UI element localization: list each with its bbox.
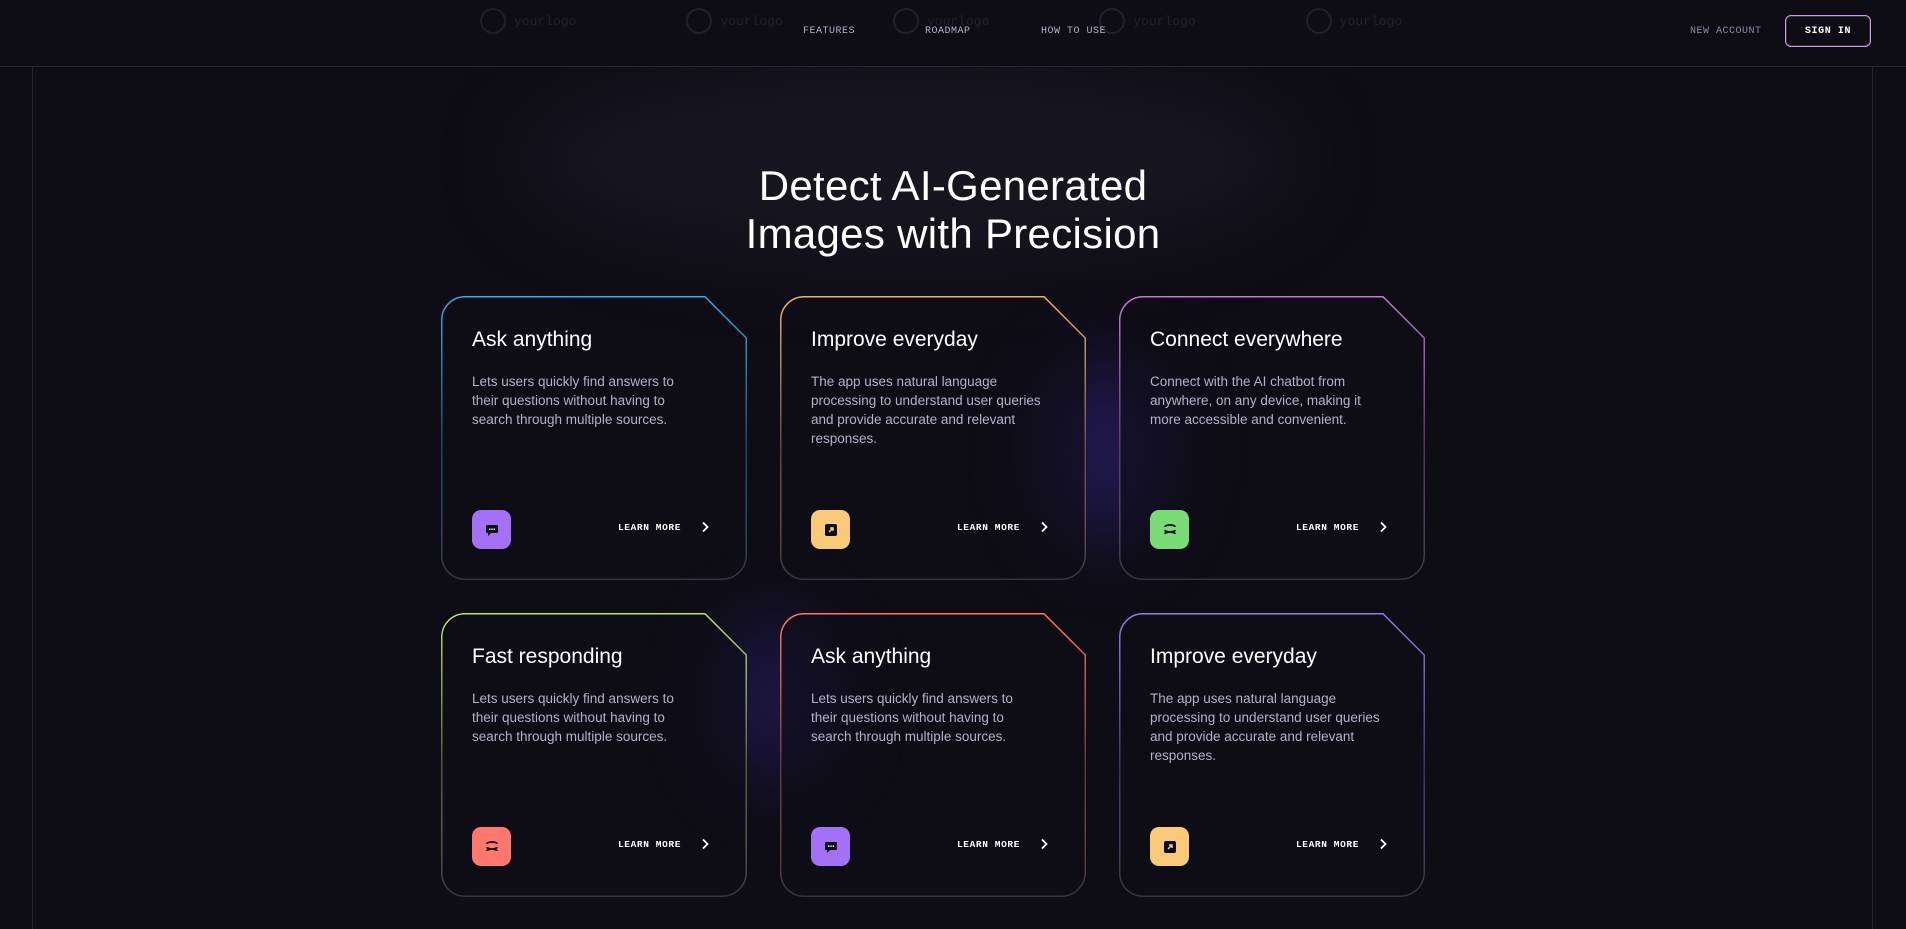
learn-more-label: LEARN MORE <box>618 521 682 533</box>
stack-icon <box>1150 510 1189 549</box>
learn-more-link[interactable]: LEARN MORE <box>957 521 1050 533</box>
chevron-right-icon <box>702 838 709 850</box>
card-description: Lets users quickly find answers to their… <box>472 691 674 744</box>
feature-card[interactable]: Improve everyday The app uses natural la… <box>1119 613 1425 897</box>
card-description: Connect with the AI chatbot from anywher… <box>1150 374 1361 427</box>
chat-icon <box>472 510 511 549</box>
chat-icon <box>811 827 850 866</box>
nav-link-roadmap[interactable]: ROADMAP <box>925 26 971 37</box>
feature-card[interactable]: Fast responding Lets users quickly find … <box>441 613 747 897</box>
card-description: Lets users quickly find answers to their… <box>811 691 1013 744</box>
card-title: Improve everyday <box>1150 645 1317 668</box>
chevron-right-icon <box>702 521 709 533</box>
chevron-right-icon <box>1380 838 1387 850</box>
nav-link-how-to-use[interactable]: HOW TO USE <box>1041 26 1106 37</box>
learn-more-label: LEARN MORE <box>1296 838 1360 850</box>
learn-more-link[interactable]: LEARN MORE <box>618 838 711 850</box>
chevron-right-icon <box>1041 521 1048 533</box>
card-description: The app uses natural language processing… <box>811 374 1041 446</box>
feature-card[interactable]: Improve everyday The app uses natural la… <box>780 296 1086 580</box>
nav-bar: FEATURES ROADMAP HOW TO USE NEW ACCOUNT … <box>0 0 1906 66</box>
feature-card[interactable]: Connect everywhere Connect with the AI c… <box>1119 296 1425 580</box>
expand-icon <box>1150 827 1189 866</box>
learn-more-link[interactable]: LEARN MORE <box>957 838 1050 850</box>
card-description: The app uses natural language processing… <box>1150 691 1380 763</box>
nav-link-features[interactable]: FEATURES <box>803 26 855 37</box>
sign-in-button[interactable]: SIGN IN <box>1785 15 1871 47</box>
learn-more-link[interactable]: LEARN MORE <box>618 521 711 533</box>
page-title-line-1: Detect AI-Generated <box>758 162 1148 210</box>
feature-card[interactable]: Ask anything Lets users quickly find ans… <box>441 296 747 580</box>
card-title: Ask anything <box>811 645 932 668</box>
card-title: Improve everyday <box>811 328 978 351</box>
page-title: Detect AI-Generated Images with Precisio… <box>0 162 1906 258</box>
learn-more-label: LEARN MORE <box>957 521 1021 533</box>
chevron-right-icon <box>1380 521 1387 533</box>
card-title: Connect everywhere <box>1150 328 1343 351</box>
stack-icon <box>472 827 511 866</box>
feature-card[interactable]: Ask anything Lets users quickly find ans… <box>780 613 1086 897</box>
learn-more-link[interactable]: LEARN MORE <box>1296 838 1389 850</box>
chevron-right-icon <box>1041 838 1048 850</box>
top-navigation: yourlogo yourlogo yourlogo yourlogo your… <box>0 0 1906 67</box>
card-title: Fast responding <box>472 645 623 668</box>
page-title-line-2: Images with Precision <box>745 210 1161 258</box>
learn-more-label: LEARN MORE <box>618 838 682 850</box>
learn-more-link[interactable]: LEARN MORE <box>1296 521 1389 533</box>
expand-icon <box>811 510 850 549</box>
card-description: Lets users quickly find answers to their… <box>472 374 674 427</box>
learn-more-label: LEARN MORE <box>957 838 1021 850</box>
learn-more-label: LEARN MORE <box>1296 521 1360 533</box>
new-account-link[interactable]: NEW ACCOUNT <box>1690 26 1762 37</box>
card-title: Ask anything <box>472 328 593 351</box>
